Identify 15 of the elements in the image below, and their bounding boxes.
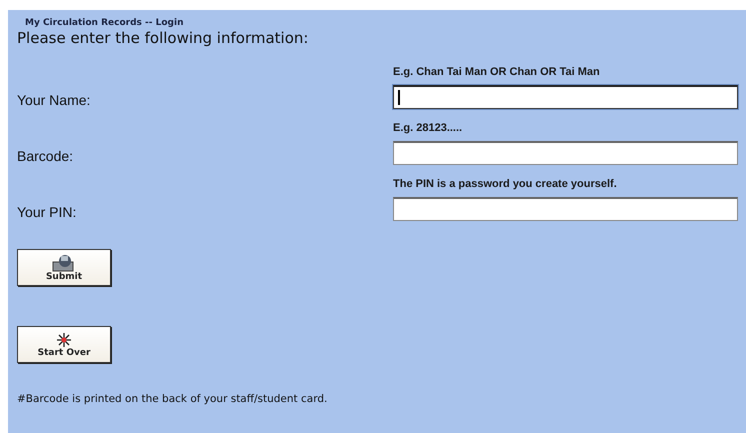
form-heading: Please enter the following information:: [17, 29, 308, 47]
field-hint: E.g. 28123.....: [393, 122, 462, 134]
footnote: #Barcode is printed on the back of your staff/student card.: [17, 393, 328, 405]
field-hint: The PIN is a password you create yourself.: [393, 178, 617, 190]
field-label: Barcode:: [17, 148, 74, 164]
field-label: Your PIN:: [17, 204, 76, 220]
sparkle-icon: [56, 332, 72, 348]
start-over-button[interactable]: Start Over: [17, 326, 111, 363]
input-field[interactable]: [393, 85, 738, 109]
input-field[interactable]: [393, 197, 738, 221]
input-field[interactable]: [393, 141, 738, 165]
field-label: Your Name:: [17, 92, 90, 108]
page-title: My Circulation Records -- Login: [25, 18, 184, 28]
field-hint: E.g. Chan Tai Man OR Chan OR Tai Man: [393, 66, 600, 78]
submit-button[interactable]: Submit: [17, 249, 111, 286]
